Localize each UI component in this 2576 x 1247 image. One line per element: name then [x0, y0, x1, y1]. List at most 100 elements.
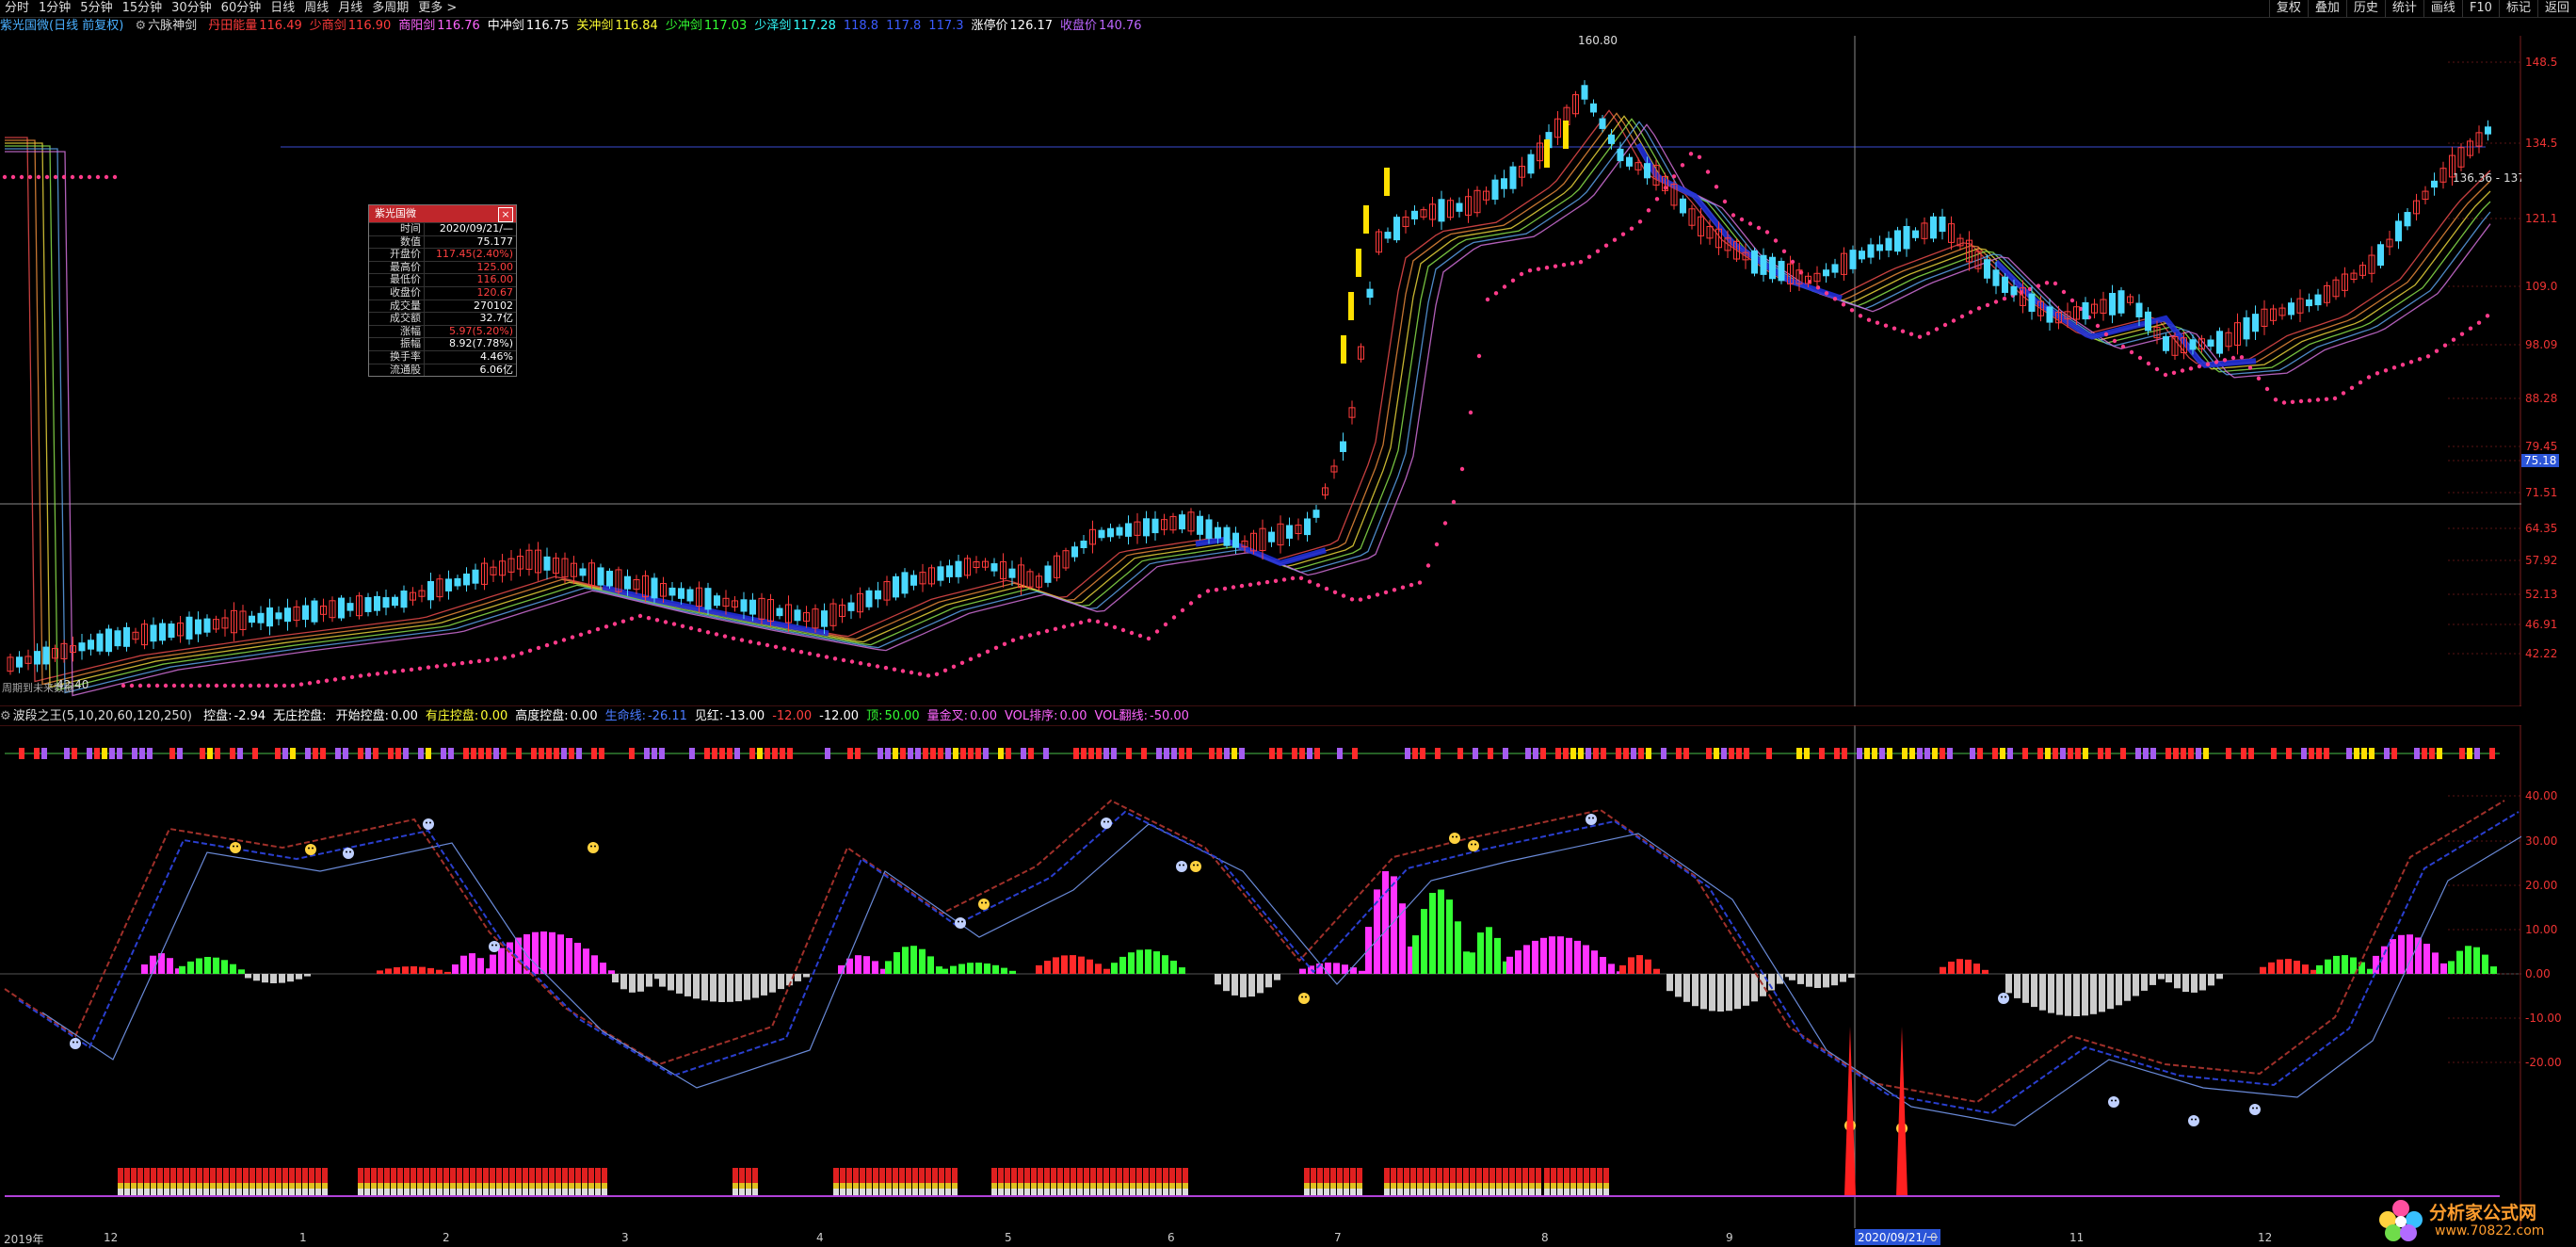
- candle-body: [579, 568, 587, 576]
- histogram-bar: [1438, 889, 1444, 974]
- histogram-bar: [1540, 937, 1547, 974]
- volume-band-bar: [269, 1168, 275, 1183]
- timeframe-tab-0[interactable]: 分时: [0, 0, 34, 17]
- signal-strip-cell: [900, 748, 906, 759]
- volume-band-bar: [833, 1168, 839, 1183]
- support-dot: [1747, 221, 1753, 226]
- timeframe-tab-9[interactable]: 多周期: [367, 0, 413, 17]
- data-window[interactable]: 紫光国微 × 时间 2020/09/21/— 数值 75.177 开盘价 117.45(2…: [368, 204, 517, 378]
- support-dot: [858, 661, 863, 666]
- timeframe-tab-5[interactable]: 60分钟: [217, 0, 266, 17]
- histogram-bar: [1455, 921, 1461, 974]
- signal-strip-cell: [1872, 748, 1877, 759]
- signal-strip-cell: [1744, 748, 1749, 759]
- data-window-header[interactable]: 紫光国微 ×: [369, 205, 516, 222]
- data-window-row: 涨幅 5.97(5.20%): [369, 324, 516, 338]
- support-dot: [748, 640, 753, 644]
- candle-body: [1098, 529, 1105, 539]
- timeframe-tab-3[interactable]: 15分钟: [118, 0, 168, 17]
- support-dot: [36, 174, 41, 180]
- close-icon[interactable]: ×: [498, 207, 513, 222]
- histogram-bar: [2056, 974, 2063, 1015]
- settings-icon[interactable]: ⚙: [135, 19, 146, 33]
- volume-band-bar: [1330, 1168, 1336, 1183]
- volume-band-bar: [1071, 1168, 1076, 1183]
- histogram-bar: [1600, 957, 1606, 974]
- support-dot: [2476, 320, 2482, 325]
- support-dot: [1112, 624, 1118, 630]
- timeframe-tab-2[interactable]: 5分钟: [75, 0, 117, 17]
- indicator-chart[interactable]: [0, 725, 2521, 1228]
- toolbar-button-1[interactable]: 叠加: [2307, 0, 2346, 17]
- volume-band-bar: [1557, 1183, 1563, 1189]
- sub-indicator-name[interactable]: 波段之王: [13, 709, 62, 723]
- support-dot: [2315, 397, 2321, 402]
- histogram-bar: [1463, 951, 1470, 974]
- volume-band-bar: [1489, 1183, 1495, 1189]
- timeframe-tab-8[interactable]: 月线: [333, 0, 367, 17]
- timeframe-tab-7[interactable]: 周线: [299, 0, 333, 17]
- histogram-bar: [1675, 974, 1682, 997]
- support-dot: [1892, 326, 1897, 331]
- candle-body: [1304, 518, 1311, 536]
- volume-band-bar: [243, 1189, 249, 1196]
- support-dot: [671, 622, 677, 626]
- candle-body: [1527, 154, 1535, 174]
- support-dot: [1680, 163, 1685, 168]
- support-dot: [536, 645, 541, 651]
- signal-strip-cell: [1857, 748, 1862, 759]
- histogram-bar: [1566, 937, 1572, 974]
- signal-strip-cell: [41, 748, 47, 759]
- candle-body: [400, 590, 408, 608]
- toolbar-button-6[interactable]: 标记: [2498, 0, 2537, 17]
- settings-icon[interactable]: ⚙: [0, 709, 11, 723]
- volume-band-bar: [1476, 1183, 1482, 1189]
- volume-band-bar: [529, 1183, 535, 1189]
- toolbar-button-7[interactable]: 返回: [2536, 0, 2576, 17]
- histogram-bar: [1359, 970, 1365, 974]
- support-dot: [553, 640, 558, 645]
- volume-band-bar: [1057, 1168, 1063, 1183]
- toolbar-button-4[interactable]: 画线: [2423, 0, 2462, 17]
- indicator-name[interactable]: 六脉神剑: [148, 19, 197, 33]
- volume-band-bar: [1357, 1168, 1362, 1183]
- histogram-bar: [1717, 974, 1724, 1012]
- support-dot: [1027, 633, 1033, 638]
- volume-band-bar: [1117, 1168, 1122, 1183]
- signal-strip-cell: [230, 748, 235, 759]
- volume-band-bar: [371, 1183, 377, 1189]
- timeframe-tab-4[interactable]: 30分钟: [167, 0, 217, 17]
- toolbar-button-5[interactable]: F10: [2461, 0, 2499, 17]
- main-info-label: 少商剑: [309, 19, 346, 33]
- timeframe-tab-10[interactable]: 更多 >: [413, 0, 461, 17]
- volume-band-bar: [575, 1189, 581, 1196]
- volume-band-bar: [411, 1189, 416, 1196]
- volume-band-bar: [1430, 1168, 1436, 1183]
- histogram-bar: [460, 955, 467, 974]
- signal-strip-cell: [712, 748, 717, 759]
- volume-band-bar: [230, 1168, 235, 1183]
- candle-body: [1617, 148, 1624, 162]
- candle-body: [1008, 568, 1016, 578]
- signal-strip-cell: [1834, 748, 1840, 759]
- volume-band-bar: [1397, 1183, 1403, 1189]
- data-window-value: 125.00: [424, 260, 516, 274]
- timeframe-tab-6[interactable]: 日线: [266, 0, 299, 17]
- indicator-axis: 40.00 30.00 20.00 10.00 0.00 -10.00 -20.00: [2521, 725, 2576, 1228]
- indicator-tick-label: 30.00: [2525, 834, 2558, 848]
- timeframe-tab-1[interactable]: 1分钟: [34, 0, 75, 17]
- signal-strip-cell: [1563, 748, 1569, 759]
- support-dot: [985, 649, 990, 654]
- toolbar-button-3[interactable]: 统计: [2384, 0, 2423, 17]
- stock-name[interactable]: 紫光国微: [0, 19, 49, 33]
- support-dot: [1519, 271, 1524, 277]
- histogram-bar: [2440, 963, 2447, 974]
- volume-band-bar: [1018, 1168, 1023, 1183]
- volume-band-bar: [1529, 1168, 1535, 1183]
- volume-band-bar: [358, 1168, 363, 1183]
- histogram-bar: [1823, 974, 1829, 988]
- toolbar-button-2[interactable]: 历史: [2345, 0, 2385, 17]
- toolbar-button-0[interactable]: 复权: [2268, 0, 2308, 17]
- volume-band-bar: [1463, 1168, 1469, 1183]
- smiley-icon: [305, 844, 316, 855]
